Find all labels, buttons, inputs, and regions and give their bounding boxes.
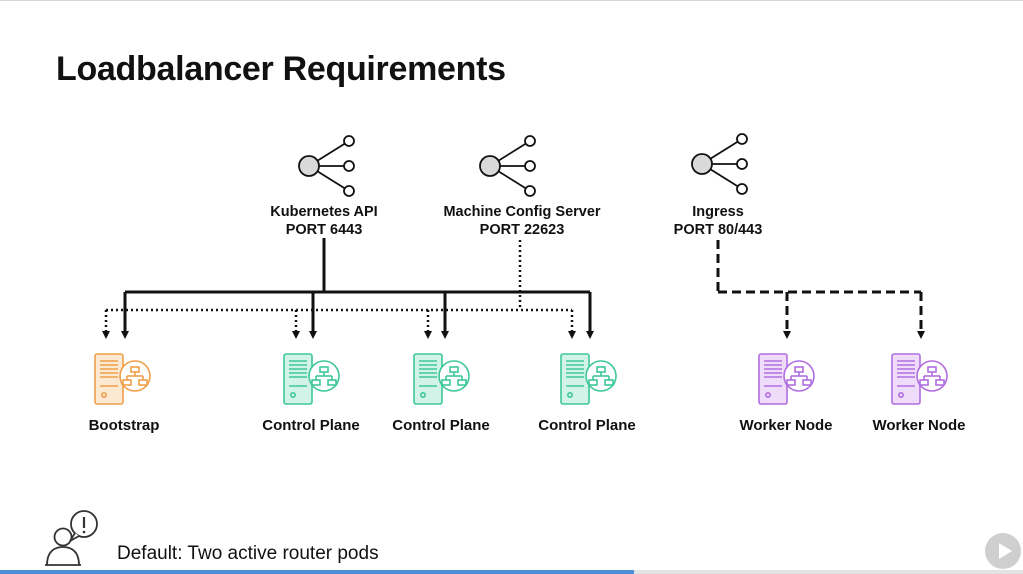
node-label: Control Plane	[538, 417, 636, 434]
share-icon	[298, 135, 355, 197]
share-icon	[691, 133, 748, 195]
loadbalancer-diagram	[45, 133, 948, 566]
node-label: Worker Node	[872, 417, 966, 434]
person-alert-icon	[45, 510, 98, 566]
loadbalancer-port: PORT 80/443	[673, 222, 763, 238]
play-icon	[999, 543, 1012, 559]
loadbalancer-name: Ingress	[692, 204, 744, 220]
progress-fill	[0, 570, 635, 574]
play-button[interactable]	[985, 533, 1021, 569]
ingress-connections	[716, 240, 925, 339]
node-label: Bootstrap	[88, 417, 160, 434]
machine-config-connections	[102, 240, 576, 339]
note-text: Default: Two active router pods	[117, 543, 379, 564]
server-network-icon	[283, 353, 340, 405]
share-icon	[479, 135, 536, 197]
server-network-icon	[413, 353, 470, 405]
loadbalancer-label: Ingress PORT 80/443	[598, 203, 838, 239]
server-network-icon	[891, 353, 948, 405]
server-network-icon	[560, 353, 617, 405]
progress-bar[interactable]	[0, 570, 1023, 574]
server-network-icon	[94, 353, 151, 405]
server-network-icon	[758, 353, 815, 405]
